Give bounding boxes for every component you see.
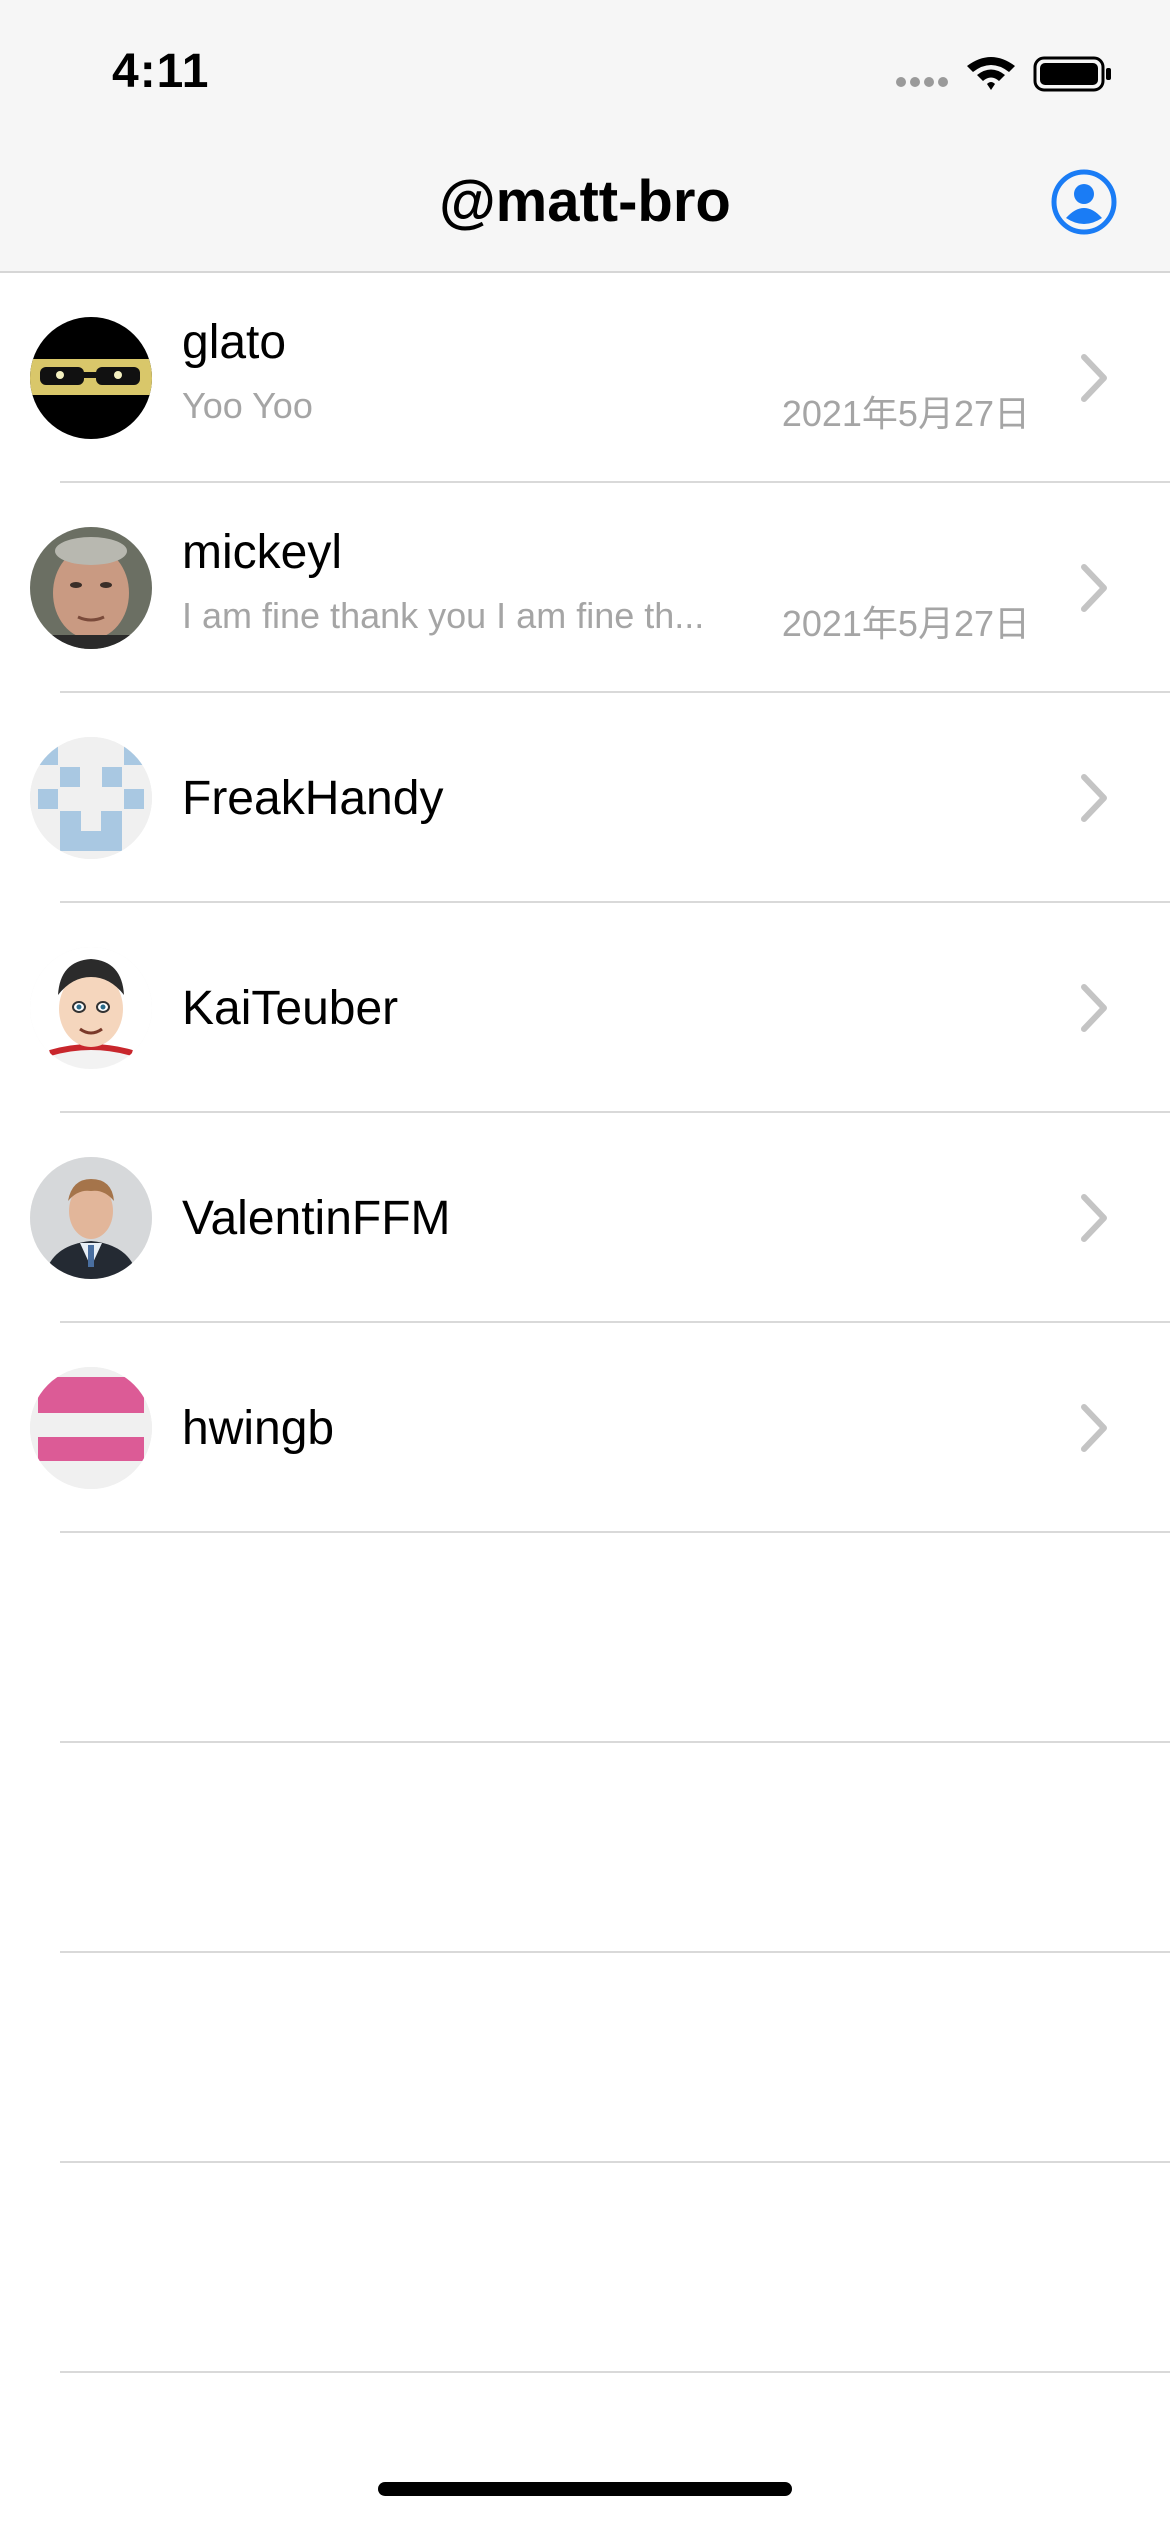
chevron-right-icon [1081, 774, 1107, 822]
empty-row [0, 2163, 1170, 2373]
message-date: 2021年5月27日 [781, 393, 1030, 434]
chevron-right-icon [1081, 984, 1107, 1032]
avatar-glato [30, 317, 152, 439]
contact-name: KaiTeuber [182, 982, 399, 1035]
avatar-valentinffm [30, 1157, 152, 1279]
home-indicator[interactable] [378, 2482, 792, 2496]
message-date: 2021年5月27日 [781, 603, 1030, 644]
navigation-bar: @matt-bro [0, 140, 1170, 273]
page-title: @matt-bro [439, 169, 731, 234]
contact-name: ValentinFFM [182, 1192, 451, 1245]
conversation-row-glato[interactable]: glato Yoo Yoo 2021年5月27日 [0, 273, 1170, 483]
conversation-row-valentinffm[interactable]: ValentinFFM [0, 1113, 1170, 1323]
conversation-row-kaiteuber[interactable]: KaiTeuber [0, 903, 1170, 1113]
empty-row [0, 1953, 1170, 2163]
status-icons [895, 52, 1115, 96]
contact-name: mickeyl [182, 526, 343, 579]
message-preview: Yoo Yoo [182, 385, 313, 426]
person-circle-icon [1051, 169, 1117, 235]
contact-name: FreakHandy [182, 772, 444, 825]
chevron-right-icon [1081, 564, 1107, 612]
contact-name: hwingb [182, 1402, 335, 1455]
conversation-row-hwingb[interactable]: hwingb [0, 1323, 1170, 1533]
chevron-right-icon [1081, 1194, 1107, 1242]
chevron-right-icon [1081, 1404, 1107, 1452]
avatar-mickeyl [30, 527, 152, 649]
status-bar: 4:11 [0, 0, 1170, 140]
avatar-hwingb [30, 1367, 152, 1489]
status-time: 4:11 [112, 45, 210, 98]
message-preview: I am fine thank you I am fine th... [182, 595, 705, 636]
chevron-right-icon [1081, 354, 1107, 402]
conversation-row-mickeyl[interactable]: mickeyl I am fine thank you I am fine th… [0, 483, 1170, 693]
conversation-row-freakhandy[interactable]: FreakHandy [0, 693, 1170, 903]
signal-dots-icon [896, 77, 948, 87]
avatar-kaiteuber [30, 947, 152, 1069]
avatar-freakhandy [30, 737, 152, 859]
contact-name: glato [182, 316, 287, 369]
empty-row [0, 1743, 1170, 1953]
wifi-icon [967, 57, 1015, 90]
profile-button[interactable] [1050, 168, 1118, 236]
empty-row [0, 1533, 1170, 1743]
conversation-list: glato Yoo Yoo 2021年5月27日 mickeyl I am fi… [0, 273, 1170, 2373]
battery-icon [1033, 56, 1111, 92]
